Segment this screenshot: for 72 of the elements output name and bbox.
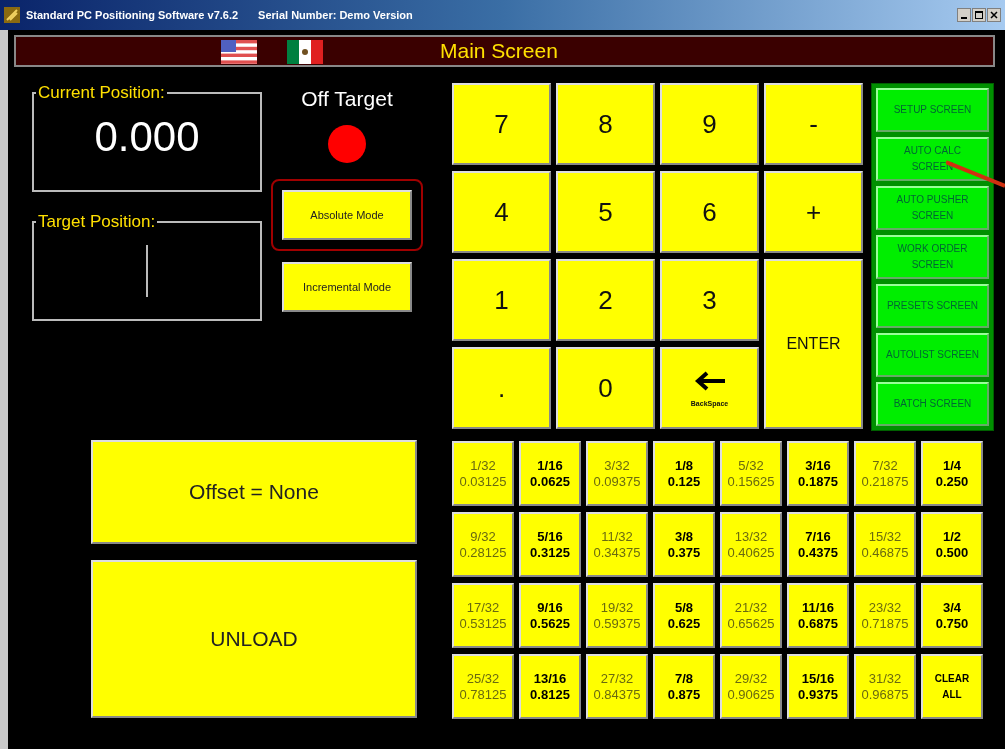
fraction-button[interactable]: 19/32 0.59375: [586, 583, 648, 648]
mode-button[interactable]: Absolute Mode: [282, 190, 412, 240]
app-icon: [4, 7, 20, 23]
flag-icon[interactable]: [287, 40, 323, 64]
fraction-button[interactable]: 15/16 0.9375: [787, 654, 849, 719]
fraction-button[interactable]: 1/4 0.250: [921, 441, 983, 506]
window-title: Standard PC Positioning Software v7.6.2: [26, 9, 239, 21]
screen-button[interactable]: AUTO PUSHER SCREEN: [876, 186, 989, 230]
minimize-button[interactable]: [957, 8, 971, 22]
screen-title: Main Screen: [440, 39, 558, 63]
keypad-key[interactable]: +: [764, 171, 863, 253]
maximize-button[interactable]: [972, 8, 986, 22]
status-label: Off Target: [301, 87, 393, 111]
screen-button[interactable]: SETUP SCREEN: [876, 88, 989, 132]
keypad-key[interactable]: -: [764, 83, 863, 165]
fraction-button[interactable]: 3/4 0.750: [921, 583, 983, 648]
keypad-key[interactable]: .: [452, 347, 551, 429]
fraction-button[interactable]: 5/8 0.625: [653, 583, 715, 648]
fraction-button[interactable]: 29/32 0.90625: [720, 654, 782, 719]
screen-button[interactable]: AUTO CALC SCREEN: [876, 137, 989, 181]
fraction-button[interactable]: 3/32 0.09375: [586, 441, 648, 506]
mode-button[interactable]: Incremental Mode: [282, 262, 412, 312]
text-cursor: [146, 245, 148, 297]
fraction-button[interactable]: 13/16 0.8125: [519, 654, 581, 719]
keypad-key[interactable]: 4: [452, 171, 551, 253]
fraction-button[interactable]: 9/32 0.28125: [452, 512, 514, 577]
keypad-key[interactable]: 5: [556, 171, 655, 253]
keypad-key[interactable]: 0: [556, 347, 655, 429]
close-button[interactable]: [987, 8, 1001, 22]
keypad-key[interactable]: 9: [660, 83, 759, 165]
screen-button[interactable]: PRESETS SCREEN: [876, 284, 989, 328]
flag-icon[interactable]: [221, 40, 257, 64]
clear-all-button[interactable]: CLEAR ALL: [921, 654, 983, 719]
fraction-button[interactable]: 1/16 0.0625: [519, 441, 581, 506]
fraction-button[interactable]: 9/16 0.5625: [519, 583, 581, 648]
fraction-button[interactable]: 17/32 0.53125: [452, 583, 514, 648]
fraction-button[interactable]: 5/16 0.3125: [519, 512, 581, 577]
fraction-button[interactable]: 1/32 0.03125: [452, 441, 514, 506]
target-position-label: Target Position:: [36, 212, 158, 232]
current-position-value: 0.000: [94, 113, 200, 161]
screen-button[interactable]: AUTOLIST SCREEN: [876, 333, 989, 377]
fraction-button[interactable]: 7/16 0.4375: [787, 512, 849, 577]
fraction-button[interactable]: 1/2 0.500: [921, 512, 983, 577]
screen-button[interactable]: BATCH SCREEN: [876, 382, 989, 426]
fraction-button[interactable]: 31/32 0.96875: [854, 654, 916, 719]
offset-button[interactable]: Offset = None: [91, 440, 417, 544]
fraction-button[interactable]: 5/32 0.15625: [720, 441, 782, 506]
fraction-button[interactable]: 25/32 0.78125: [452, 654, 514, 719]
keypad-key[interactable]: 8: [556, 83, 655, 165]
fraction-button[interactable]: 13/32 0.40625: [720, 512, 782, 577]
close-icon: [990, 11, 998, 19]
fraction-button[interactable]: 11/16 0.6875: [787, 583, 849, 648]
unload-button[interactable]: UNLOAD: [91, 560, 417, 718]
enter-key[interactable]: ENTER: [764, 259, 863, 429]
maximize-icon: [975, 11, 983, 19]
keypad-key[interactable]: 3: [660, 259, 759, 341]
fraction-button[interactable]: 21/32 0.65625: [720, 583, 782, 648]
fraction-button[interactable]: 27/32 0.84375: [586, 654, 648, 719]
serial-number: Serial Number: Demo Version: [258, 9, 413, 21]
fraction-button[interactable]: 23/32 0.71875: [854, 583, 916, 648]
keypad-key[interactable]: 1: [452, 259, 551, 341]
fraction-button[interactable]: 15/32 0.46875: [854, 512, 916, 577]
fraction-button[interactable]: 7/32 0.21875: [854, 441, 916, 506]
fraction-button[interactable]: 7/8 0.875: [653, 654, 715, 719]
keypad-key[interactable]: 7: [452, 83, 551, 165]
fraction-button[interactable]: 11/32 0.34375: [586, 512, 648, 577]
fraction-button[interactable]: 1/8 0.125: [653, 441, 715, 506]
fraction-button[interactable]: 3/16 0.1875: [787, 441, 849, 506]
keypad-key[interactable]: 6: [660, 171, 759, 253]
fraction-button[interactable]: 3/8 0.375: [653, 512, 715, 577]
keypad-key[interactable]: 2: [556, 259, 655, 341]
screen-button[interactable]: WORK ORDER SCREEN: [876, 235, 989, 279]
